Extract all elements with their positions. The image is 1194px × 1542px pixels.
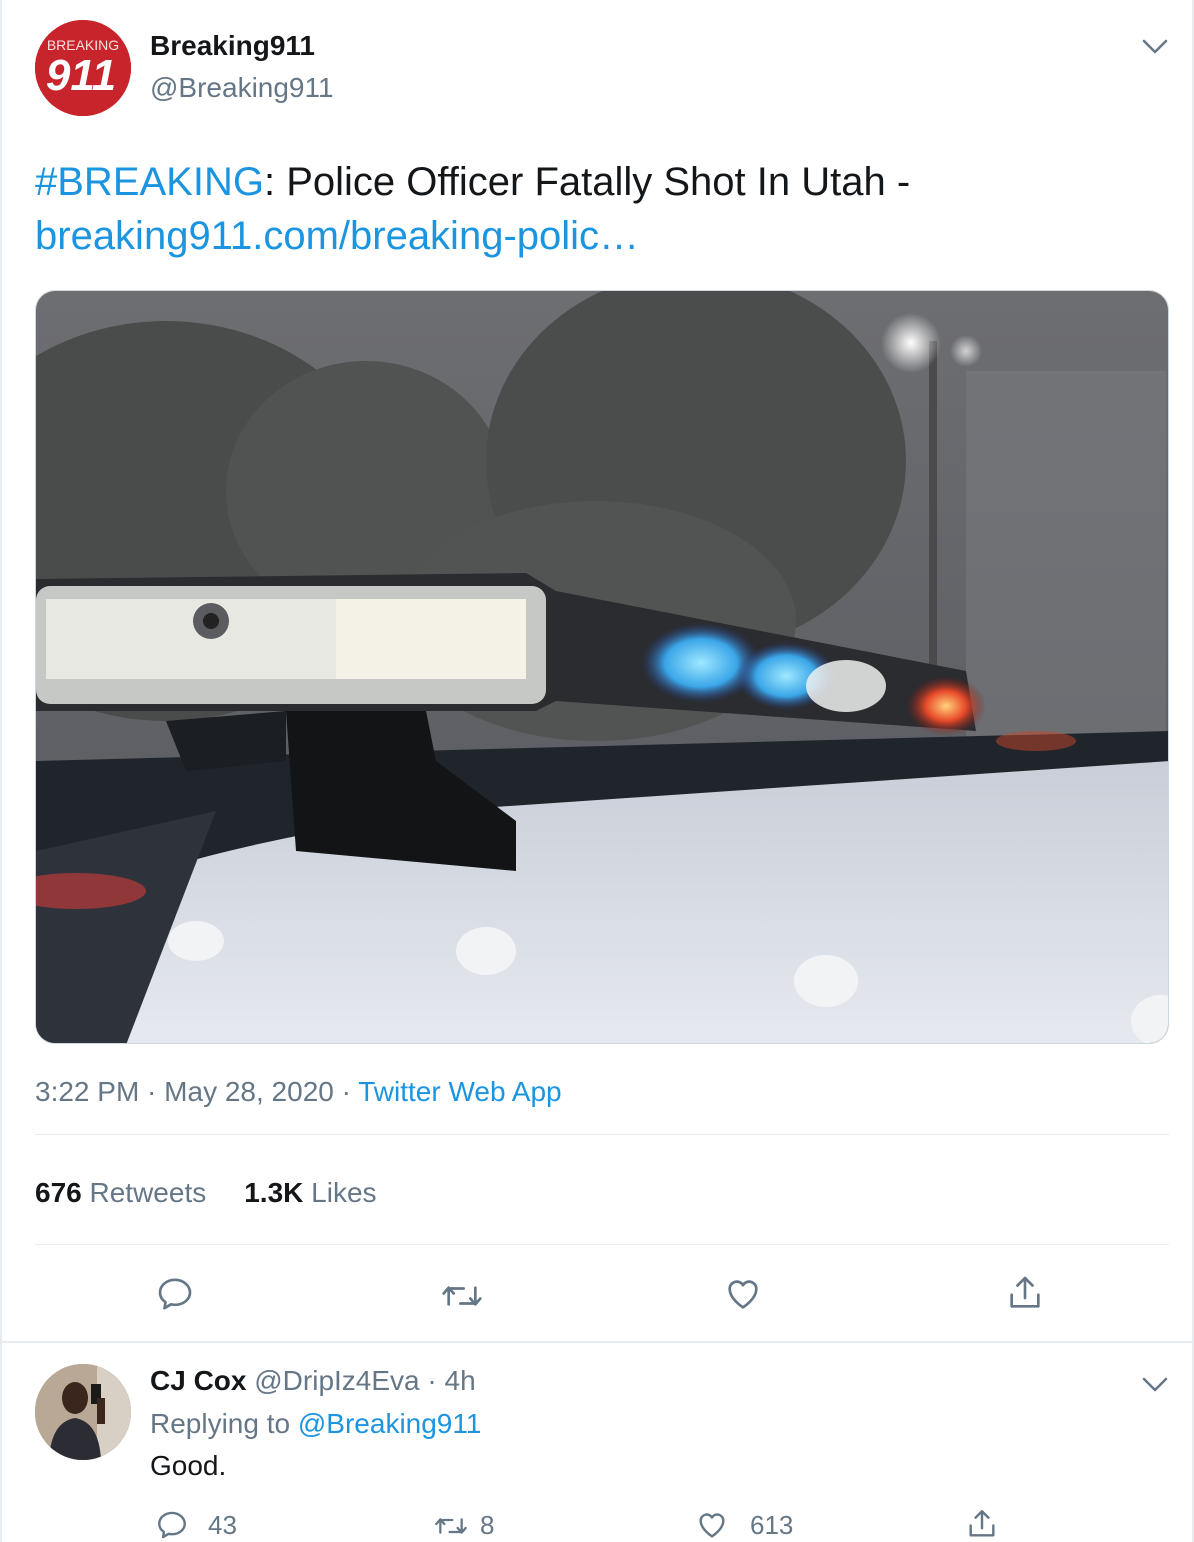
reply-icon[interactable]: [155, 1274, 195, 1314]
divider: [0, 1341, 1194, 1343]
reply-avatar[interactable]: [35, 1364, 131, 1460]
reply-time[interactable]: 4h: [445, 1365, 476, 1396]
likes-count: 1.3K: [244, 1177, 304, 1208]
share-icon[interactable]: [1005, 1272, 1045, 1314]
tweet-text: #BREAKING: Police Officer Fatally Shot I…: [35, 155, 1165, 263]
retweets-count: 676: [35, 1177, 82, 1208]
author-avatar[interactable]: BREAKING 911: [35, 20, 131, 116]
like-icon[interactable]: [722, 1274, 764, 1314]
author-display-name[interactable]: Breaking911: [150, 30, 315, 62]
reply-display-name[interactable]: CJ Cox: [150, 1365, 246, 1396]
meta-separator: ·: [333, 1076, 359, 1107]
tweet-time[interactable]: 3:22 PM: [35, 1076, 139, 1107]
like-count: 613: [750, 1510, 794, 1540]
tweet-meta: 3:22 PM · May 28, 2020 · Twitter Web App: [35, 1076, 562, 1108]
reply-count: 43: [208, 1510, 237, 1540]
chevron-down-icon[interactable]: [1140, 1372, 1170, 1396]
divider: [35, 1244, 1169, 1245]
likes-stat[interactable]: 1.3K Likes: [244, 1177, 376, 1208]
breaking911-logo-icon: BREAKING 911: [35, 20, 131, 116]
retweet-count: 8: [480, 1510, 495, 1540]
retweets-stat[interactable]: 676 Retweets: [35, 1177, 206, 1208]
reply-text: Good.: [150, 1450, 227, 1481]
replying-handle-link[interactable]: @Breaking911: [298, 1408, 482, 1439]
meta-separator: ·: [139, 1076, 165, 1107]
likes-label: Likes: [311, 1177, 377, 1208]
retweets-label: Retweets: [89, 1177, 207, 1208]
police-lightbar-photo: [36, 291, 1168, 1043]
article-link[interactable]: breaking911.com/breaking-polic…: [35, 214, 639, 258]
author-handle[interactable]: @Breaking911: [150, 72, 334, 104]
reply-handle[interactable]: @DripIz4Eva: [254, 1365, 419, 1396]
retweet-icon[interactable]: [440, 1276, 484, 1316]
replying-prefix: Replying to: [150, 1408, 291, 1439]
reply-separator: ·: [419, 1365, 445, 1396]
hashtag-link[interactable]: #BREAKING: [35, 160, 264, 204]
tweet-media-image[interactable]: [35, 290, 1169, 1044]
tweet-stats: 676 Retweets 1.3K Likes: [35, 1177, 377, 1209]
replying-to: Replying to @Breaking911: [150, 1408, 481, 1440]
divider: [35, 1134, 1169, 1135]
retweet-icon[interactable]: [432, 1510, 470, 1542]
like-icon[interactable]: [695, 1508, 729, 1542]
tweet-body: : Police Officer Fatally Shot In Utah -: [263, 160, 911, 204]
logo-main-text: 911: [46, 51, 116, 100]
reply-header: CJ Cox @DripIz4Eva · 4h: [150, 1365, 476, 1397]
user-photo-icon: [35, 1364, 131, 1460]
reply-icon[interactable]: [155, 1508, 189, 1542]
tweet-source-link[interactable]: Twitter Web App: [358, 1076, 561, 1107]
chevron-down-icon[interactable]: [1140, 34, 1170, 58]
share-icon[interactable]: [965, 1506, 999, 1542]
tweet-date[interactable]: May 28, 2020: [164, 1076, 334, 1107]
